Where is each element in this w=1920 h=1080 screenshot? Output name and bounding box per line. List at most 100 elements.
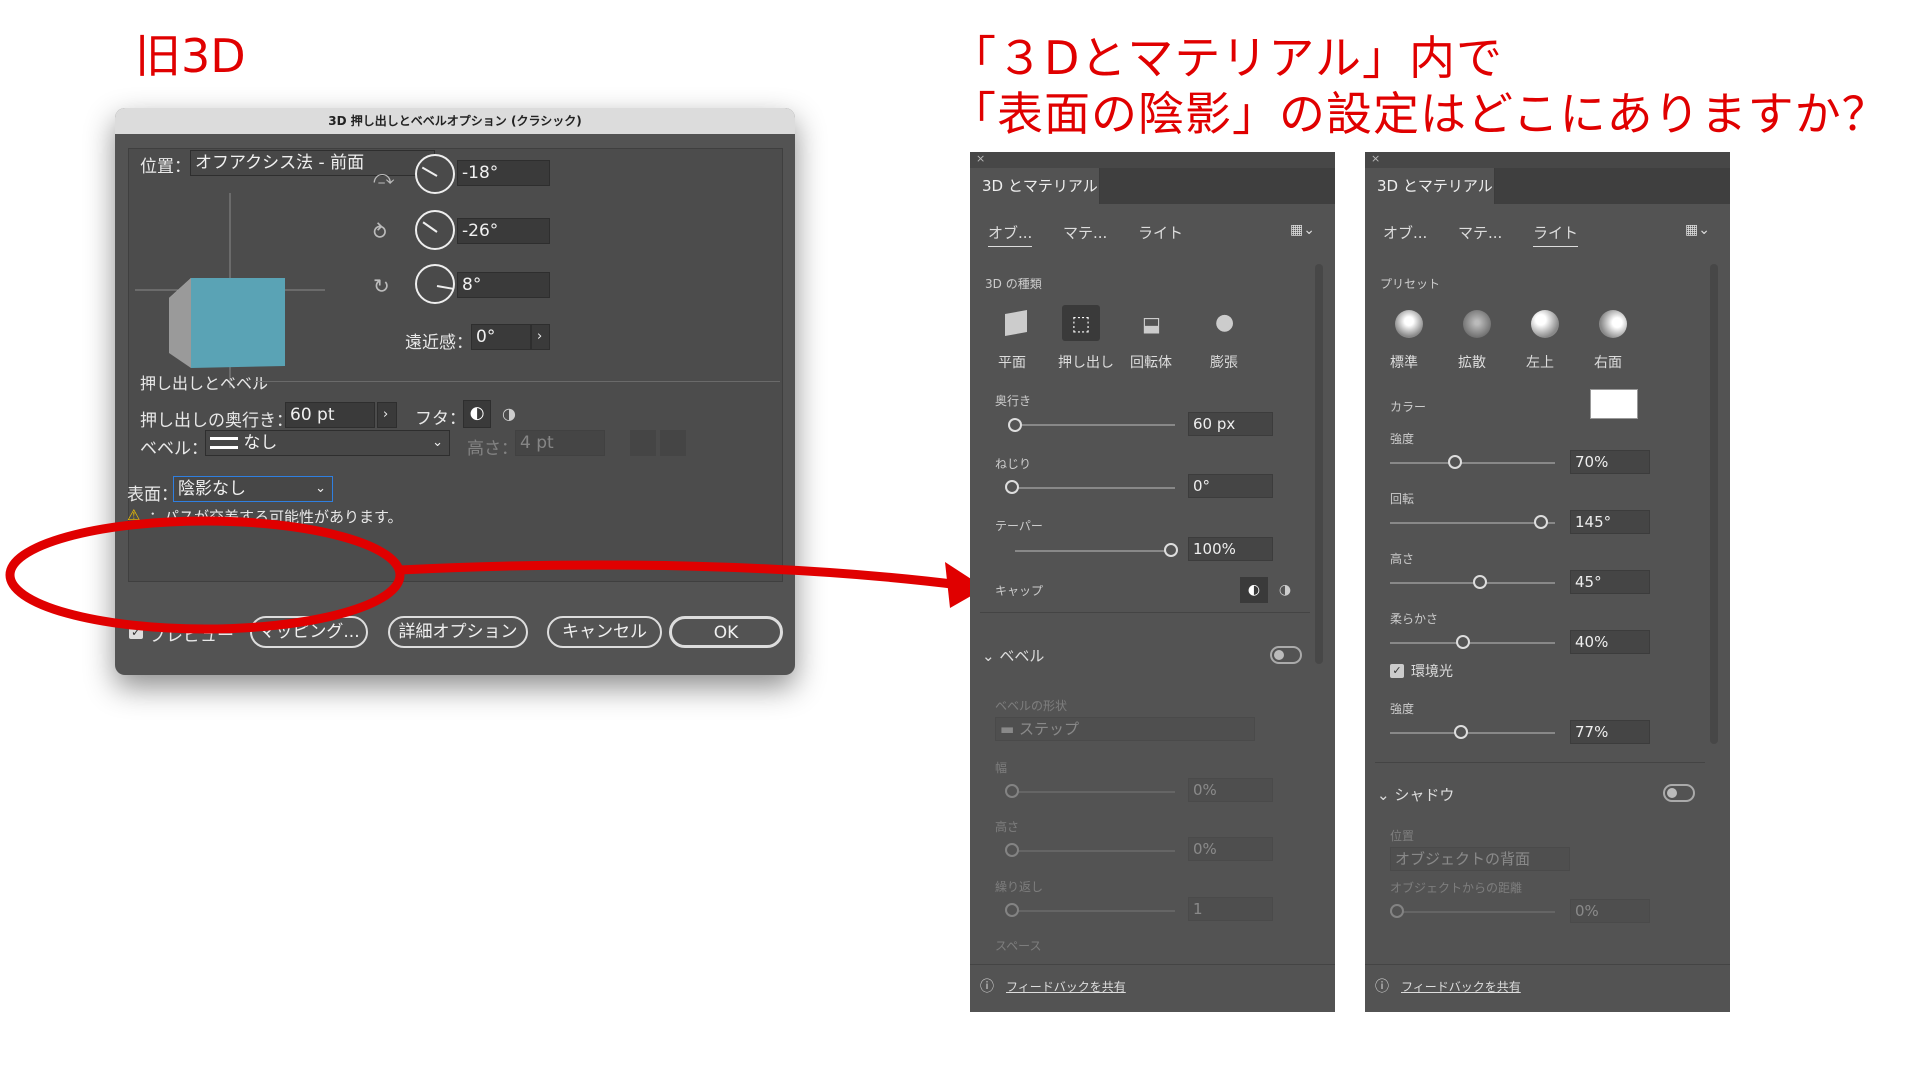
preset-label-top-left: 左上 — [1526, 355, 1554, 371]
cap-label: キャップ — [995, 584, 1044, 598]
height-slider-knob[interactable] — [1473, 575, 1487, 589]
softness-input[interactable]: 40% — [1570, 630, 1650, 654]
preset-diffuse-icon[interactable] — [1463, 310, 1491, 338]
shadow-distance-knob[interactable] — [1390, 904, 1404, 918]
panel-titlebar: × — [970, 152, 1335, 168]
bevel-repeat-knob[interactable] — [1005, 903, 1019, 917]
bevel-repeat-label: 繰り返し — [995, 880, 1044, 894]
shadow-distance-label: オブジェクトからの距離 — [1390, 881, 1523, 895]
inflate-type-icon[interactable]: ● — [1215, 310, 1234, 335]
panel-menu-icon[interactable]: ▦⌄ — [1290, 222, 1315, 238]
bevel-shape-label: ベベルの形状 — [995, 699, 1068, 713]
close-icon[interactable]: × — [1371, 152, 1380, 165]
intensity-slider-knob[interactable] — [1448, 455, 1462, 469]
shadow-toggle[interactable] — [1663, 784, 1695, 802]
flat-type-icon[interactable] — [1005, 310, 1027, 336]
shadow-position-label: 位置 — [1390, 829, 1415, 843]
depth-slider-knob[interactable] — [1008, 418, 1022, 432]
height-label: 高さ — [1390, 552, 1415, 566]
twist-label: ねじり — [995, 457, 1032, 471]
twist-slider-track[interactable] — [1015, 487, 1175, 489]
pointer-arrow — [399, 560, 961, 590]
depth-label: 奥行き — [995, 394, 1032, 408]
preset-right-icon[interactable] — [1599, 310, 1627, 338]
tab-object[interactable]: オブ... — [1383, 222, 1427, 243]
preset-label-standard: 標準 — [1390, 355, 1418, 371]
bevel-height-knob[interactable] — [1005, 843, 1019, 857]
bevel-width-input[interactable]: 0% — [1188, 778, 1273, 802]
twist-slider-knob[interactable] — [1005, 480, 1019, 494]
shadow-section-title[interactable]: ⌄ シャドウ — [1377, 784, 1454, 805]
softness-label: 柔らかさ — [1390, 612, 1439, 626]
type-label-revolve: 回転体 — [1130, 355, 1172, 371]
light-color-swatch[interactable] — [1590, 389, 1638, 419]
depth-slider-track[interactable] — [1015, 424, 1175, 426]
panel-tab[interactable]: 3D とマテリアル — [970, 168, 1100, 204]
shadow-position-select[interactable]: オブジェクトの背面 — [1390, 847, 1570, 871]
shadow-section-label: シャドウ — [1394, 786, 1455, 804]
ambient-intensity-input[interactable]: 77% — [1570, 720, 1650, 744]
color-label: カラー — [1390, 400, 1427, 414]
bevel-section-title[interactable]: ⌄ ベベル — [982, 645, 1044, 666]
twist-input[interactable]: 0° — [1188, 474, 1273, 498]
panel-menu-icon[interactable]: ▦⌄ — [1685, 222, 1710, 238]
taper-slider-track[interactable] — [1015, 550, 1175, 552]
tab-material[interactable]: マテ... — [1458, 222, 1502, 243]
bevel-height-label: 高さ — [995, 820, 1020, 834]
height-input[interactable]: 45° — [1570, 570, 1650, 594]
tab-object[interactable]: オブ... — [988, 222, 1033, 247]
extrude-type-icon[interactable]: ⬚ — [1062, 305, 1100, 341]
feedback-link[interactable]: フィードバックを共有 — [1006, 978, 1126, 995]
panel-object: × 3D とマテリアル オブ... マテ... ライト ▦⌄ 3D の種類 ⬚ … — [970, 152, 1335, 1012]
bevel-shape-select[interactable]: ▬ ステップ — [995, 717, 1255, 741]
rotation-slider-knob[interactable] — [1534, 515, 1548, 529]
preset-standard-icon[interactable] — [1395, 310, 1423, 338]
ambient-checkbox[interactable]: ✓ — [1390, 664, 1404, 678]
preset-header: プリセット — [1380, 277, 1441, 291]
bevel-height-input[interactable]: 0% — [1188, 837, 1273, 861]
taper-input[interactable]: 100% — [1188, 537, 1273, 561]
depth-input[interactable]: 60 px — [1188, 412, 1273, 436]
preset-label-right: 右面 — [1594, 355, 1622, 371]
revolve-type-icon[interactable]: ⬓ — [1142, 312, 1161, 336]
preset-top-left-icon[interactable] — [1531, 310, 1559, 338]
type-label-flat: 平面 — [998, 355, 1026, 371]
type-label-extrude: 押し出し — [1058, 355, 1114, 371]
intensity-label: 強度 — [1390, 432, 1415, 446]
info-icon: ⓘ — [980, 979, 994, 995]
rotation-label: 回転 — [1390, 492, 1415, 506]
preset-label-diffuse: 拡散 — [1458, 355, 1486, 371]
info-icon: ⓘ — [1375, 979, 1389, 995]
close-icon[interactable]: × — [976, 152, 985, 165]
bevel-repeat-input[interactable]: 1 — [1188, 897, 1273, 921]
cap-off-button[interactable]: ◑ — [1272, 577, 1298, 603]
softness-slider-knob[interactable] — [1456, 635, 1470, 649]
panel-scrollbar[interactable] — [1315, 264, 1323, 664]
rotation-input[interactable]: 145° — [1570, 510, 1650, 534]
bevel-shape-value: ステップ — [1018, 720, 1079, 738]
panel-tab[interactable]: 3D とマテリアル — [1365, 168, 1495, 204]
bevel-width-label: 幅 — [995, 761, 1008, 775]
bevel-section-label: ベベル — [999, 647, 1045, 665]
cap-on-button[interactable]: ◐ — [1240, 577, 1268, 603]
tab-light[interactable]: ライト — [1533, 222, 1579, 247]
tab-light[interactable]: ライト — [1138, 222, 1183, 243]
taper-label: テーパー — [995, 519, 1043, 533]
bevel-toggle[interactable] — [1270, 646, 1302, 664]
tab-material[interactable]: マテ... — [1063, 222, 1107, 243]
feedback-link[interactable]: フィードバックを共有 — [1401, 978, 1521, 995]
type-label-inflate: 膨張 — [1210, 355, 1238, 371]
bevel-space-label: スペース — [995, 939, 1042, 953]
panel-scrollbar[interactable] — [1710, 264, 1718, 744]
ambient-intensity-knob[interactable] — [1454, 725, 1468, 739]
ambient-intensity-label: 強度 — [1390, 702, 1415, 716]
highlight-ellipse — [5, 516, 405, 634]
panel-titlebar: × — [1365, 152, 1730, 168]
intensity-input[interactable]: 70% — [1570, 450, 1650, 474]
shadow-distance-input[interactable]: 0% — [1570, 899, 1650, 923]
taper-slider-knob[interactable] — [1164, 543, 1178, 557]
type-header: 3D の種類 — [985, 277, 1042, 291]
bevel-width-knob[interactable] — [1005, 784, 1019, 798]
ambient-label: 環境光 — [1411, 664, 1453, 680]
panel-light: × 3D とマテリアル オブ... マテ... ライト ▦⌄ プリセット 標準 … — [1365, 152, 1730, 1012]
